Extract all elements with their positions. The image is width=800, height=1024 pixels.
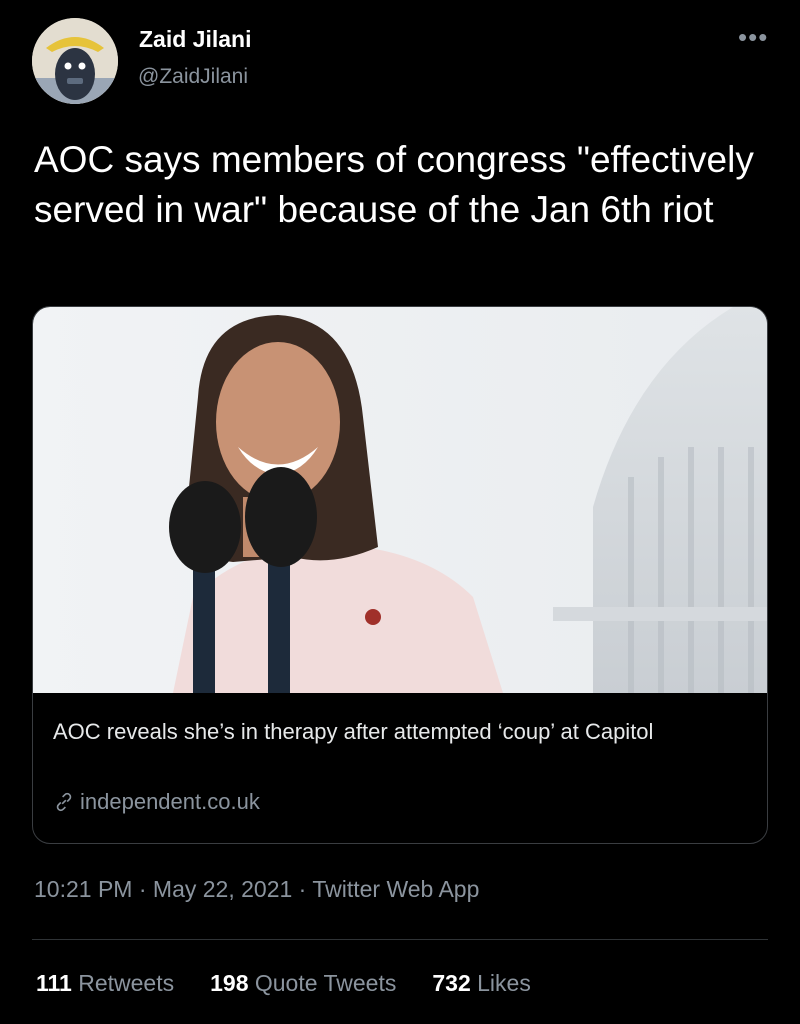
link-card-image — [33, 307, 767, 693]
quote-tweets-stat[interactable]: 198 Quote Tweets — [210, 970, 396, 997]
retweets-count: 111 — [36, 970, 72, 996]
quote-tweets-label: Quote Tweets — [254, 970, 397, 996]
meta-separator: · — [298, 876, 307, 902]
link-card-title[interactable]: AOC reveals she’s in therapy after attem… — [53, 715, 743, 749]
quote-tweets-count: 198 — [210, 970, 249, 996]
retweets-label: Retweets — [78, 970, 175, 996]
likes-stat[interactable]: 732 Likes — [432, 970, 530, 997]
tweet-time[interactable]: 10:21 PM — [34, 876, 132, 902]
link-card-domain-text: independent.co.uk — [80, 789, 260, 814]
tweet-meta: 10:21 PM · May 22, 2021 · Twitter Web Ap… — [34, 876, 479, 903]
link-icon — [56, 792, 72, 812]
ellipsis-icon[interactable]: ••• — [738, 22, 768, 53]
author-handle[interactable]: @ZaidJilani — [138, 65, 248, 89]
link-card[interactable]: AOC reveals she’s in therapy after attem… — [32, 306, 768, 844]
tweet-stats: 111 Retweets 198 Quote Tweets 732 Likes — [36, 970, 567, 997]
retweets-stat[interactable]: 111 Retweets — [36, 970, 174, 997]
meta-separator: · — [138, 876, 147, 902]
likes-label: Likes — [477, 970, 531, 996]
likes-count: 732 — [432, 970, 471, 996]
divider — [32, 939, 768, 940]
author-name[interactable]: Zaid Jilani — [139, 26, 251, 53]
tweet-source: Twitter Web App — [312, 876, 480, 902]
avatar[interactable] — [32, 18, 118, 104]
tweet-date[interactable]: May 22, 2021 — [153, 876, 292, 902]
tweet-text: AOC says members of congress "effectivel… — [34, 139, 754, 230]
link-card-domain[interactable]: independent.co.uk — [53, 789, 260, 815]
avatar-image — [32, 18, 118, 104]
